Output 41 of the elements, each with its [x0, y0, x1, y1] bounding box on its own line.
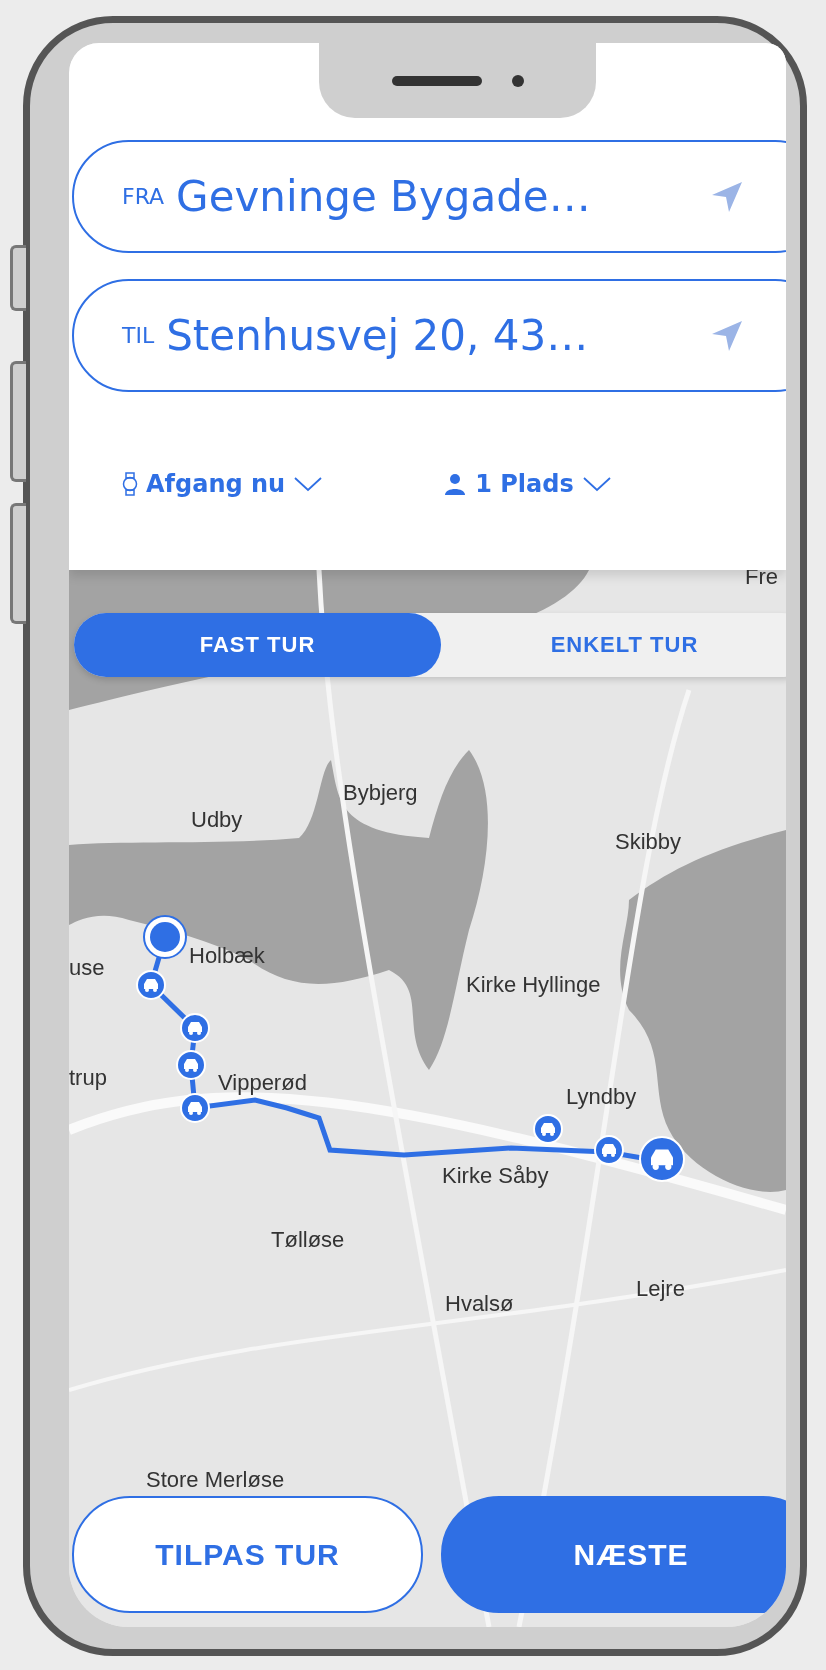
chevron-down-icon: [293, 476, 324, 492]
place-label: Tølløse: [271, 1227, 345, 1253]
place-label: Holbæk: [189, 943, 265, 969]
field-value: Gevninge Bygade…: [176, 172, 591, 221]
next-button[interactable]: NÆSTE: [441, 1496, 786, 1613]
car-marker: [180, 1093, 210, 1123]
car-marker: [533, 1114, 563, 1144]
place-label: Lyndby: [566, 1084, 637, 1110]
place-label: Vipperød: [218, 1070, 307, 1096]
car-marker: [176, 1050, 206, 1080]
place-label: use: [69, 955, 105, 981]
car-marker: [180, 1013, 210, 1043]
address-field[interactable]: TIL Stenhusvej 20, 43…: [72, 279, 786, 392]
car-marker: [136, 970, 166, 1000]
place-label: Bybjerg: [343, 780, 418, 806]
navigation-arrow-icon[interactable]: [710, 319, 744, 353]
place-label: Udby: [191, 807, 243, 833]
navigation-arrow-icon[interactable]: [710, 180, 744, 214]
field-label: TIL: [122, 323, 155, 348]
car-marker: [594, 1135, 624, 1165]
chevron-down-icon: [581, 476, 612, 492]
place-label: Store Merløse: [146, 1467, 285, 1493]
place-label: Kirke Såby: [442, 1163, 549, 1189]
trip-type-tab[interactable]: ENKELT TUR: [441, 613, 786, 677]
option-dropdown[interactable]: 1 Plads: [443, 470, 612, 498]
address-field[interactable]: FRA Gevninge Bygade…: [72, 140, 786, 253]
place-label: trup: [69, 1065, 107, 1091]
location-dot: [143, 915, 187, 959]
car-marker: [639, 1136, 685, 1182]
person-icon: [443, 473, 468, 495]
place-label: Kirke Hyllinge: [466, 972, 601, 998]
camera: [511, 74, 524, 87]
field-label: FRA: [122, 184, 165, 209]
place-label: Lejre: [636, 1276, 685, 1302]
option-dropdown[interactable]: Afgang nu: [122, 470, 324, 498]
watch-icon: [122, 472, 138, 496]
place-label: Skibby: [615, 829, 682, 855]
place-label: Hvalsø: [445, 1291, 514, 1317]
customize-button[interactable]: TILPAS TUR: [72, 1496, 423, 1613]
field-value: Stenhusvej 20, 43…: [166, 311, 589, 360]
trip-type-tab[interactable]: FAST TUR: [74, 613, 441, 677]
